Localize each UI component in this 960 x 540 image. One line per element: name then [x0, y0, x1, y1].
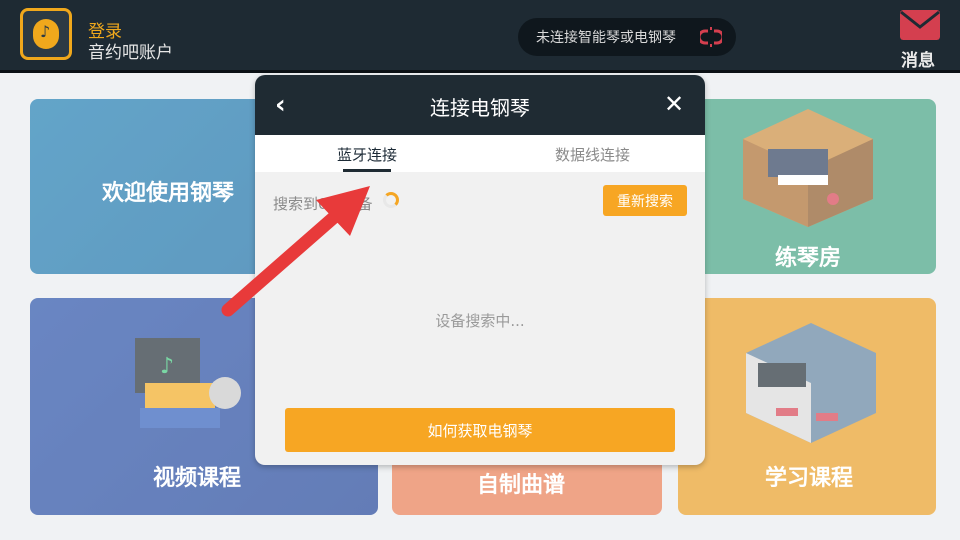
connection-tabs: 蓝牙连接 数据线连接: [255, 135, 705, 172]
red-arrow-icon: [221, 186, 370, 317]
app-logo-icon: [33, 19, 59, 49]
loading-spinner-icon: [383, 192, 399, 208]
dialog-title: 连接电钢琴: [430, 96, 530, 120]
disconnected-link-icon: [700, 27, 722, 47]
how-to-get-piano-button[interactable]: 如何获取电钢琴: [285, 408, 675, 452]
envelope-icon[interactable]: [900, 10, 940, 40]
research-button[interactable]: 重新搜索: [603, 185, 687, 216]
close-icon[interactable]: ✕: [661, 90, 687, 118]
top-bar: 登录 音约吧账户 未连接智能琴或电钢琴 消息: [0, 0, 960, 73]
login-subtitle: 音约吧账户: [88, 43, 173, 63]
tab-bluetooth[interactable]: 蓝牙连接: [337, 144, 397, 165]
avatar[interactable]: [20, 8, 72, 60]
tab-usb-cable[interactable]: 数据线连接: [555, 144, 630, 165]
connection-status-button[interactable]: 未连接智能琴或电钢琴: [518, 18, 736, 56]
connection-status-label: 未连接智能琴或电钢琴: [536, 30, 676, 46]
active-tab-indicator: [343, 169, 391, 172]
dialog-header: ‹ 连接电钢琴 ✕: [255, 75, 705, 135]
messages-label[interactable]: 消息: [901, 46, 935, 71]
